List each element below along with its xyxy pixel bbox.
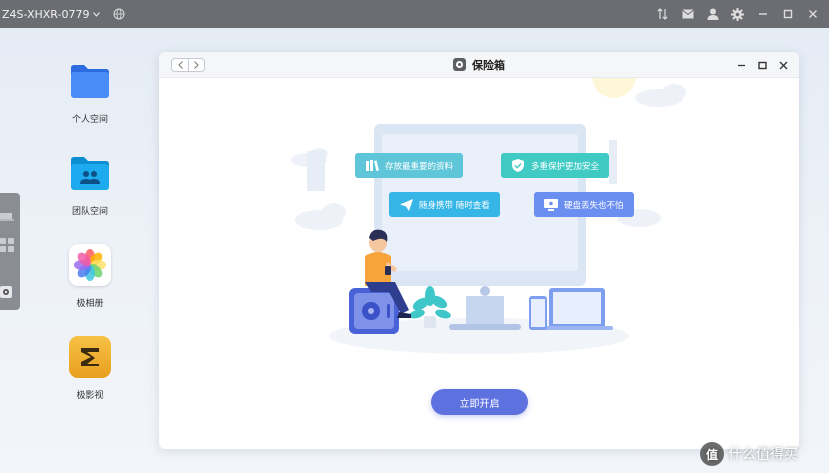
forward-button[interactable] bbox=[188, 59, 204, 71]
globe-icon[interactable] bbox=[112, 7, 126, 21]
feature-multi-protection: 多重保护更加安全 bbox=[501, 153, 610, 178]
photos-icon bbox=[69, 244, 111, 286]
feature-label: 多重保护更加安全 bbox=[531, 161, 600, 172]
folder-icon bbox=[69, 60, 111, 102]
chevron-down-icon bbox=[93, 10, 101, 19]
monitor-icon bbox=[544, 198, 558, 212]
shield-icon bbox=[511, 159, 525, 173]
watermark-text: 什么值得买 bbox=[728, 447, 798, 463]
enable-now-button[interactable]: 立即开启 bbox=[431, 389, 528, 415]
window-title: 保险箱 bbox=[472, 58, 505, 72]
transfer-icon[interactable] bbox=[656, 8, 669, 21]
maximize-icon[interactable] bbox=[781, 8, 794, 21]
dock-vault-icon[interactable] bbox=[0, 283, 12, 298]
team-folder-icon bbox=[69, 152, 111, 194]
files-icon bbox=[365, 159, 379, 173]
desktop-item-personal-space[interactable]: 个人空间 bbox=[50, 60, 130, 125]
desktop-item-label: 极相册 bbox=[76, 299, 104, 309]
video-icon bbox=[69, 336, 111, 378]
nav-buttons bbox=[171, 58, 205, 72]
desktop-item-label: 个人空间 bbox=[71, 115, 108, 125]
window-controls bbox=[736, 52, 789, 78]
window-maximize-button[interactable] bbox=[757, 60, 768, 71]
close-icon[interactable] bbox=[806, 8, 819, 21]
vault-illustration bbox=[291, 78, 686, 354]
send-icon bbox=[399, 198, 413, 212]
window-body: 存放最重要的资料 多重保护更加安全 随身携带 随时查看 硬盘丢失也不怕 立即开启 bbox=[159, 78, 799, 449]
desktop-item-photos[interactable]: 极相册 bbox=[50, 244, 130, 309]
top-bar: Z4S-XHXR-0779 bbox=[0, 0, 829, 28]
feature-portable: 随身携带 随时查看 bbox=[389, 192, 500, 217]
device-name: Z4S-XHXR-0779 bbox=[2, 7, 90, 21]
window-close-button[interactable] bbox=[778, 60, 789, 71]
feature-label: 随身携带 随时查看 bbox=[419, 200, 490, 211]
window-minimize-button[interactable] bbox=[736, 60, 747, 71]
feature-label: 存放最重要的资料 bbox=[385, 161, 454, 172]
user-icon[interactable] bbox=[706, 8, 719, 21]
watermark-badge: 值 bbox=[700, 442, 724, 466]
top-right-toolbar bbox=[656, 0, 819, 28]
dock-apps-icon[interactable] bbox=[0, 237, 14, 252]
vault-window: 保险箱 存放最重要的资料 多重保护更加安全 随身携带 随时查看 硬盘丢失也不怕 … bbox=[159, 52, 799, 449]
dock-drive-icon[interactable] bbox=[0, 207, 14, 221]
vault-icon bbox=[453, 58, 466, 71]
back-button[interactable] bbox=[172, 59, 188, 71]
left-dock bbox=[0, 193, 20, 310]
feature-store-important-files: 存放最重要的资料 bbox=[355, 153, 464, 178]
gear-icon[interactable] bbox=[731, 7, 744, 21]
desktop-item-label: 极影视 bbox=[76, 391, 104, 401]
feature-label: 硬盘丢失也不怕 bbox=[564, 200, 624, 211]
desktop-item-video[interactable]: 极影视 bbox=[50, 336, 130, 401]
minimize-icon[interactable] bbox=[756, 8, 769, 21]
desktop-item-label: 团队空间 bbox=[71, 207, 108, 217]
mail-icon[interactable] bbox=[681, 8, 694, 21]
feature-disk-loss-safe: 硬盘丢失也不怕 bbox=[534, 192, 634, 217]
window-titlebar[interactable]: 保险箱 bbox=[159, 52, 799, 78]
watermark: 值 什么值得买 bbox=[700, 442, 798, 466]
desktop-item-team-space[interactable]: 团队空间 bbox=[50, 152, 130, 217]
device-name-dropdown[interactable]: Z4S-XHXR-0779 bbox=[2, 7, 101, 21]
